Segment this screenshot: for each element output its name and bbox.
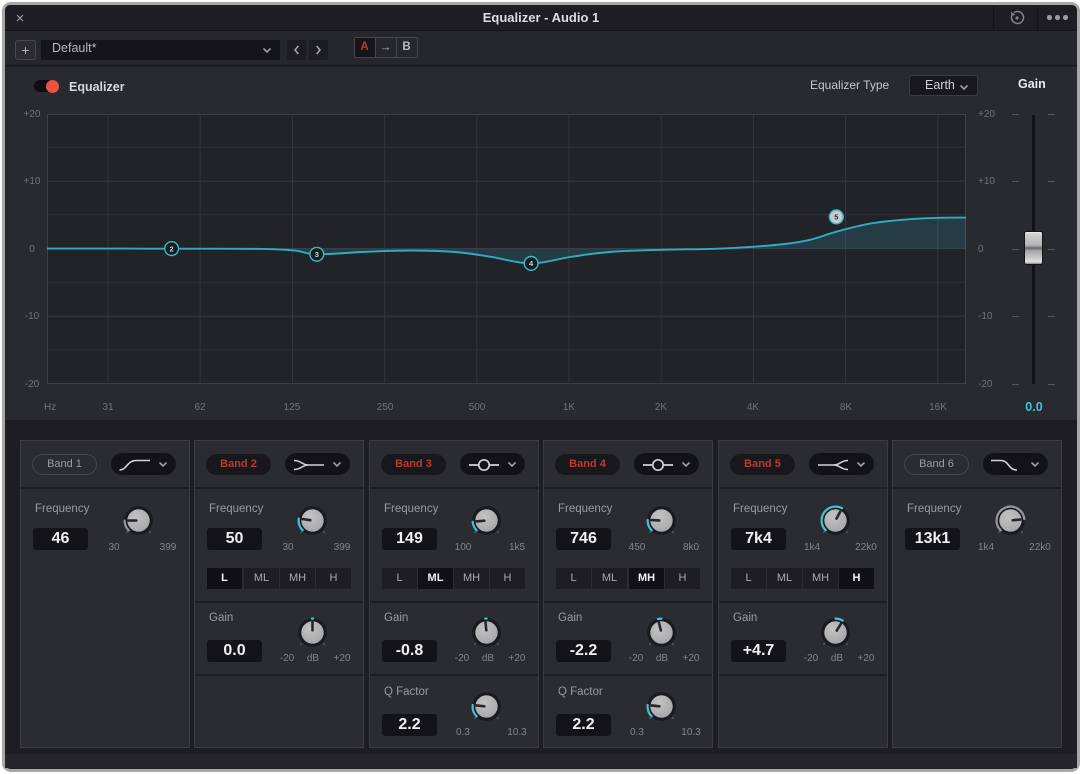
svg-text:3: 3 bbox=[315, 250, 319, 259]
svg-text:2: 2 bbox=[170, 244, 174, 253]
svg-text:5: 5 bbox=[834, 213, 838, 222]
